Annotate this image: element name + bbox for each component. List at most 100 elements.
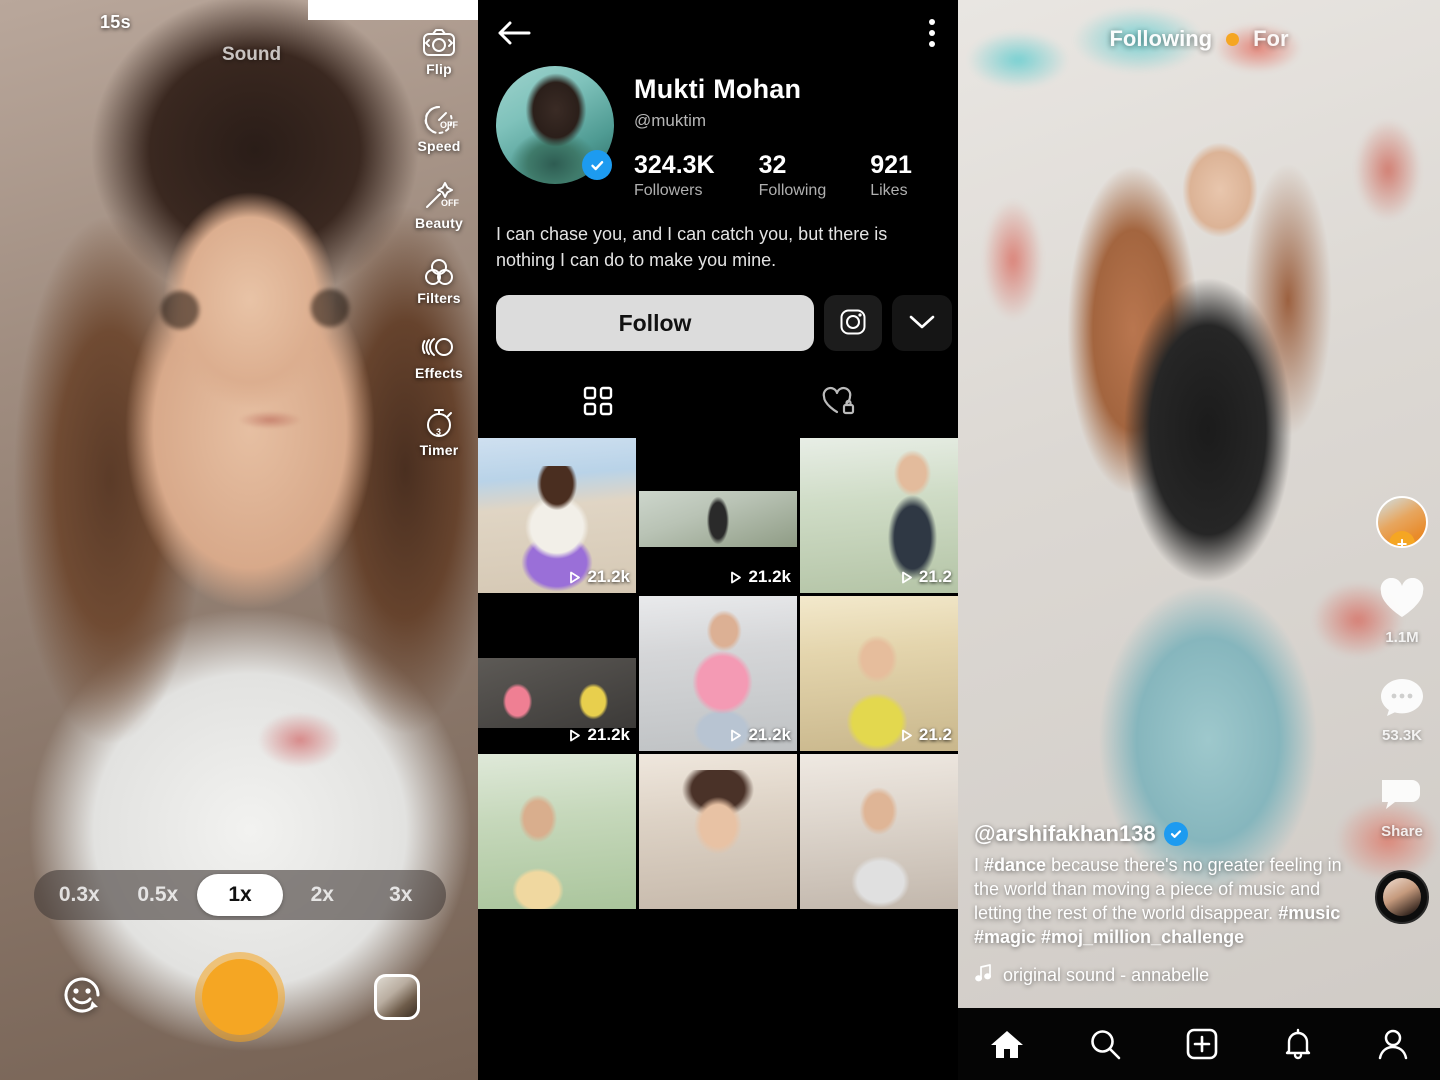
filters-label: Filters (417, 290, 461, 306)
video-grid-item[interactable] (639, 754, 797, 910)
bottom-navigation-bar (958, 1008, 1440, 1080)
author-avatar-follow[interactable]: + (1376, 496, 1428, 548)
video-play-count: 21.2k (748, 567, 791, 587)
video-play-count-wrap: 21.2k (728, 567, 791, 587)
feed-tab-bar: Following For (958, 26, 1440, 52)
create-plus-icon (1185, 1028, 1219, 1063)
speed-option-1x[interactable]: 1x (197, 874, 283, 916)
video-grid-item[interactable]: 21.2 (800, 596, 958, 752)
timer-button[interactable]: 3 Timer (408, 407, 470, 458)
video-feed-panel: Following For + 1.1M 53.3K Share @arshif… (958, 0, 1440, 1080)
stat-following[interactable]: 32 Following (759, 151, 827, 200)
gallery-thumbnail-icon[interactable] (374, 974, 420, 1020)
filters-button[interactable]: Filters (408, 257, 470, 306)
comment-count: 53.3K (1381, 727, 1423, 744)
caption-hashtag-dance[interactable]: #dance (984, 855, 1046, 875)
video-play-count-wrap: 21.2 (899, 567, 952, 587)
nav-profile-button[interactable] (1368, 1022, 1418, 1066)
caption-sound-row[interactable]: original sound - annabelle (974, 963, 1364, 988)
camera-recorder-panel: 15s Sound Flip OFF Speed OFF Beauty Filt… (0, 0, 478, 1080)
chevron-down-icon (908, 313, 936, 334)
instagram-icon (839, 308, 867, 339)
sound-title: original sound - annabelle (1003, 965, 1210, 985)
stat-following-value: 32 (758, 151, 787, 179)
speed-option-3x[interactable]: 3x (362, 874, 441, 916)
tab-liked-private[interactable] (718, 377, 958, 438)
user-profile-panel: Mukti Mohan @muktim 324.3K Followers 32 … (478, 0, 958, 1080)
timer-seconds-badge: 3 (436, 427, 442, 437)
nav-home-button[interactable] (980, 1022, 1034, 1066)
speedometer-icon: OFF (422, 103, 458, 135)
add-sound-label[interactable]: Sound (222, 44, 281, 66)
beauty-button[interactable]: OFF Beauty (408, 180, 470, 231)
camera-tools-rail: Flip OFF Speed OFF Beauty Filters Effect… (408, 28, 470, 458)
plus-follow-icon: + (1389, 531, 1415, 546)
comment-icon (1380, 676, 1424, 723)
video-grid-item[interactable]: 21.2k (478, 596, 636, 752)
recording-duration-badge[interactable]: 15s (100, 12, 131, 33)
nav-search-button[interactable] (1079, 1022, 1131, 1066)
video-grid-item[interactable]: 21.2k (639, 438, 797, 594)
avatar[interactable] (496, 66, 614, 184)
profile-stats: 324.3K Followers 32 Following 921 Likes (634, 151, 912, 200)
speed-option-2x[interactable]: 2x (283, 874, 362, 916)
video-play-count: 21.2 (918, 567, 952, 587)
tab-for-you[interactable]: For (1253, 26, 1288, 52)
share-button[interactable]: Share (1379, 774, 1425, 840)
tab-following[interactable]: Following (1109, 26, 1212, 52)
like-button[interactable]: 1.1M (1379, 577, 1425, 646)
video-grid-item[interactable]: 21.2 (800, 438, 958, 594)
share-icon (1379, 774, 1425, 819)
more-vertical-icon[interactable] (928, 18, 936, 48)
video-grid-item[interactable] (800, 754, 958, 910)
expand-profile-button[interactable] (892, 295, 952, 352)
speed-button[interactable]: OFF Speed (408, 103, 470, 154)
flip-camera-button[interactable]: Flip (408, 28, 470, 77)
video-play-count-wrap: 21.2k (567, 567, 630, 587)
verified-badge-icon (582, 150, 612, 180)
caption-author[interactable]: @arshifakhan138 (974, 821, 1364, 847)
tab-unread-dot (1226, 32, 1240, 46)
speed-selector[interactable]: 0.3x 0.5x 1x 2x 3x (34, 870, 446, 920)
nav-notifications-button[interactable] (1273, 1022, 1323, 1066)
three-panel-screenshot: 15s Sound Flip OFF Speed OFF Beauty Filt… (0, 0, 1440, 1080)
search-icon (1089, 1030, 1121, 1063)
profile-action-row: Follow (478, 273, 958, 352)
camera-flip-icon (422, 28, 456, 58)
caption-text: I #dance because there's no greater feel… (974, 853, 1364, 949)
stat-followers-value: 324.3K (634, 151, 715, 179)
instagram-link-button[interactable] (824, 295, 882, 352)
smiley-effects-icon[interactable] (58, 971, 106, 1024)
page-title: Mukti Mohan (634, 74, 802, 104)
stat-followers-label: Followers (634, 182, 703, 199)
timer-label: Timer (419, 442, 459, 458)
profile-top-bar (478, 0, 958, 48)
share-label: Share (1381, 823, 1423, 840)
stat-likes[interactable]: 921 Likes (870, 151, 912, 200)
grid-icon (582, 385, 614, 422)
feed-action-rail: + 1.1M 53.3K Share (1370, 496, 1434, 924)
sound-disc-button[interactable] (1375, 870, 1429, 924)
follow-button[interactable]: Follow (496, 295, 814, 352)
video-play-count: 21.2k (587, 567, 630, 587)
effects-button[interactable]: Effects (408, 332, 470, 381)
camera-controls-row (0, 942, 478, 1052)
filters-icon (422, 257, 456, 287)
speed-option-0.5x[interactable]: 0.5x (119, 874, 198, 916)
video-grid-item[interactable]: 21.2k (478, 438, 636, 594)
stat-followers[interactable]: 324.3K Followers (634, 151, 715, 200)
profile-identity: Mukti Mohan @muktim 324.3K Followers 32 … (634, 66, 912, 200)
back-arrow-icon[interactable] (496, 18, 532, 48)
video-grid-item[interactable] (478, 754, 636, 910)
effects-label: Effects (414, 365, 464, 381)
nav-create-button[interactable] (1175, 1022, 1229, 1066)
video-grid-item[interactable]: 21.2k (639, 596, 797, 752)
tab-videos-grid[interactable] (478, 377, 718, 438)
beauty-label: Beauty (415, 215, 463, 231)
flip-camera-label: Flip (426, 61, 452, 77)
speed-option-0.3x[interactable]: 0.3x (40, 874, 119, 916)
record-shutter-button[interactable] (202, 959, 278, 1035)
timer-icon: 3 (423, 407, 455, 439)
comment-button[interactable]: 53.3K (1380, 676, 1424, 744)
video-play-count-wrap: 21.2k (567, 725, 630, 745)
